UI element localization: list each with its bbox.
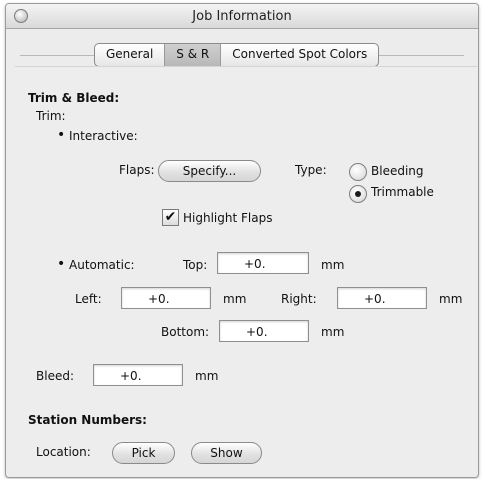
radio-selected-dot (355, 191, 361, 197)
flaps-label: Flaps: (119, 163, 155, 177)
bleeding-radio-label[interactable]: Bleeding (371, 164, 424, 178)
automatic-label: Automatic: (69, 258, 135, 272)
bleed-input[interactable]: +0. (93, 364, 183, 386)
bottom-input[interactable]: +0. (219, 320, 309, 342)
trimmable-radio[interactable] (349, 185, 367, 203)
trim-label: Trim: (36, 109, 66, 123)
type-label: Type: (295, 163, 327, 177)
specify-flaps-button[interactable]: Specify... (158, 160, 261, 182)
tab-s-and-r[interactable]: S & R (164, 44, 221, 66)
job-information-window: Job Information General S & R Converted … (5, 3, 479, 478)
tab-general[interactable]: General (95, 44, 164, 66)
left-unit: mm (223, 292, 247, 306)
bleed-unit: mm (195, 369, 219, 383)
bleed-label: Bleed: (36, 369, 74, 383)
bleeding-radio[interactable] (349, 163, 367, 181)
highlight-flaps-label[interactable]: Highlight Flaps (183, 211, 272, 225)
station-numbers-heading: Station Numbers: (28, 413, 147, 427)
top-unit: mm (321, 258, 345, 272)
highlight-flaps-checkbox[interactable]: ✔ (162, 209, 179, 226)
tab-bar: General S & R Converted Spot Colors (94, 43, 380, 67)
window-title: Job Information (192, 9, 292, 24)
bottom-label: Bottom: (161, 325, 210, 339)
left-label: Left: (75, 292, 102, 306)
top-input[interactable]: +0. (217, 252, 309, 274)
interactive-bullet: • (57, 127, 66, 143)
right-input[interactable]: +0. (337, 287, 427, 309)
location-label: Location: (36, 445, 91, 459)
right-unit: mm (439, 292, 463, 306)
title-bar[interactable]: Job Information (6, 4, 478, 29)
tab-converted-spot-colors[interactable]: Converted Spot Colors (220, 44, 378, 66)
show-button[interactable]: Show (191, 442, 262, 464)
s-and-r-panel: Trim & Bleed: Trim: • Interactive: Flaps… (15, 66, 477, 477)
trimmable-radio-label[interactable]: Trimmable (371, 185, 434, 199)
automatic-bullet: • (57, 256, 66, 272)
pick-button[interactable]: Pick (112, 442, 175, 464)
left-input[interactable]: +0. (121, 287, 211, 309)
bottom-unit: mm (321, 325, 345, 339)
right-label: Right: (281, 292, 317, 306)
top-label: Top: (183, 258, 208, 272)
interactive-label: Interactive: (69, 129, 138, 143)
trim-bleed-heading: Trim & Bleed: (28, 91, 120, 105)
